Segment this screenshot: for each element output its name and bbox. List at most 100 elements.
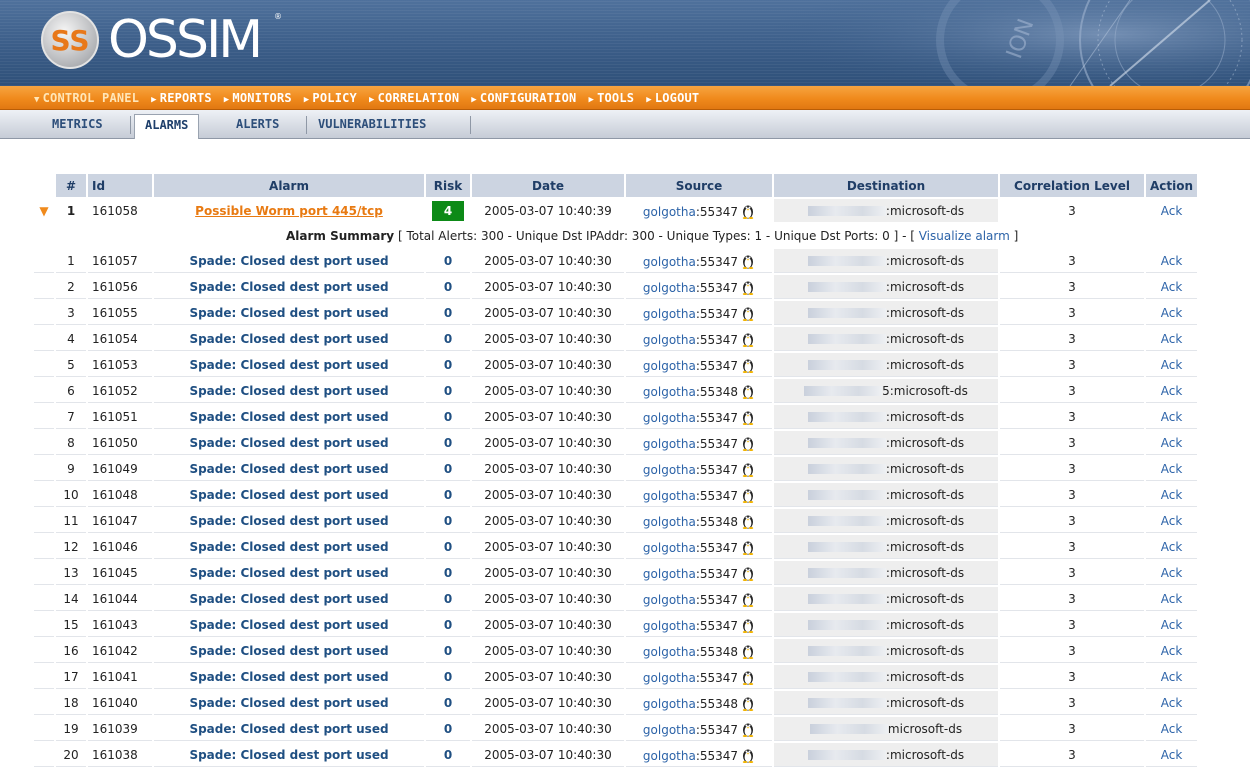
alarm-name-link[interactable]: Spade: Closed dest port used <box>189 462 388 476</box>
column-header-risk[interactable]: Risk <box>426 174 470 197</box>
ack-link[interactable]: Ack <box>1161 722 1183 736</box>
source-host-link[interactable]: golgotha <box>643 593 696 607</box>
expand-arrow-icon[interactable]: ▼ <box>34 199 54 222</box>
alarm-name-link[interactable]: Spade: Closed dest port used <box>189 722 388 736</box>
destination-port: :microsoft-ds <box>885 357 965 372</box>
source-host-link[interactable]: golgotha <box>643 255 696 269</box>
alarm-name-link[interactable]: Spade: Closed dest port used <box>189 384 388 398</box>
alarm-name-link[interactable]: Possible Worm port 445/tcp <box>195 204 383 218</box>
column-header-date[interactable]: Date <box>472 174 624 197</box>
tab-alarms[interactable]: ALARMS <box>134 114 200 139</box>
tab-metrics[interactable]: METRICS <box>52 117 103 131</box>
ack-link[interactable]: Ack <box>1161 436 1183 450</box>
source-host-link[interactable]: golgotha <box>643 749 696 763</box>
ack-link[interactable]: Ack <box>1161 280 1183 294</box>
alarm-name-link[interactable]: Spade: Closed dest port used <box>189 358 388 372</box>
alarm-name-link[interactable]: Spade: Closed dest port used <box>189 332 388 346</box>
source-host-link[interactable]: golgotha <box>643 619 696 633</box>
alarm-name-link[interactable]: Spade: Closed dest port used <box>189 254 388 268</box>
ack-link[interactable]: Ack <box>1161 254 1183 268</box>
alarm-name-link[interactable]: Spade: Closed dest port used <box>189 488 388 502</box>
source-host-link[interactable]: golgotha <box>643 205 696 219</box>
alarm-name-link[interactable]: Spade: Closed dest port used <box>189 748 388 762</box>
tab-vulnerabilities[interactable]: VULNERABILITIES <box>318 117 426 131</box>
source-host-link[interactable]: golgotha <box>643 671 696 685</box>
menu-tools[interactable]: ▶ TOOLS <box>588 91 634 105</box>
ack-link[interactable]: Ack <box>1161 670 1183 684</box>
redacted-ip-mask <box>807 697 886 708</box>
alarm-name-link[interactable]: Spade: Closed dest port used <box>189 618 388 632</box>
source-host-link[interactable]: golgotha <box>643 463 696 477</box>
destination-cell: :microsoft-ds <box>774 353 998 377</box>
menu-control-panel[interactable]: ▼ CONTROL PANEL <box>34 91 139 105</box>
ack-link[interactable]: Ack <box>1161 540 1183 554</box>
risk-value: 0 <box>443 565 453 580</box>
source-host-link[interactable]: golgotha <box>643 697 696 711</box>
alarm-name-link[interactable]: Spade: Closed dest port used <box>189 410 388 424</box>
ack-link[interactable]: Ack <box>1161 566 1183 580</box>
source-host-link[interactable]: golgotha <box>643 541 696 555</box>
destination-port: :microsoft-ds <box>885 435 965 450</box>
source-host-link[interactable]: golgotha <box>643 411 696 425</box>
alarm-name-cell: Spade: Closed dest port used <box>154 665 424 689</box>
destination-cell: :microsoft-ds <box>774 301 998 325</box>
column-header-number[interactable]: # <box>56 174 86 197</box>
source-port: :55347 <box>695 280 739 295</box>
source-host-link[interactable]: golgotha <box>643 385 696 399</box>
ack-link[interactable]: Ack <box>1161 488 1183 502</box>
ack-link[interactable]: Ack <box>1161 332 1183 346</box>
linux-penguin-icon <box>742 205 754 219</box>
column-header-alarm[interactable]: Alarm <box>154 174 424 197</box>
source-host-link[interactable]: golgotha <box>643 359 696 373</box>
source-host-link[interactable]: golgotha <box>643 723 696 737</box>
ack-link[interactable]: Ack <box>1161 384 1183 398</box>
alarm-name-link[interactable]: Spade: Closed dest port used <box>189 566 388 580</box>
alarm-name-link[interactable]: Spade: Closed dest port used <box>189 696 388 710</box>
menu-correlation[interactable]: ▶ CORRELATION <box>369 91 459 105</box>
ack-link[interactable]: Ack <box>1161 514 1183 528</box>
source-host-link[interactable]: golgotha <box>643 281 696 295</box>
alarm-name-link[interactable]: Spade: Closed dest port used <box>189 436 388 450</box>
alarm-name-link[interactable]: Spade: Closed dest port used <box>189 514 388 528</box>
ack-link[interactable]: Ack <box>1161 618 1183 632</box>
menu-configuration[interactable]: ▶ CONFIGURATION <box>471 91 576 105</box>
alarm-name-link[interactable]: Spade: Closed dest port used <box>189 540 388 554</box>
ack-link[interactable]: Ack <box>1161 358 1183 372</box>
ack-link[interactable]: Ack <box>1161 696 1183 710</box>
ack-link[interactable]: Ack <box>1161 204 1183 218</box>
alarm-name-link[interactable]: Spade: Closed dest port used <box>189 306 388 320</box>
row-spacer <box>34 431 54 455</box>
column-header-id[interactable]: Id <box>88 174 152 197</box>
column-header-source[interactable]: Source <box>626 174 772 197</box>
menu-monitors[interactable]: ▶ MONITORS <box>224 91 292 105</box>
alarm-name-link[interactable]: Spade: Closed dest port used <box>189 280 388 294</box>
source-host-link[interactable]: golgotha <box>643 645 696 659</box>
ack-link[interactable]: Ack <box>1161 644 1183 658</box>
column-header-destination[interactable]: Destination <box>774 174 998 197</box>
menu-reports[interactable]: ▶ REPORTS <box>151 91 212 105</box>
alarm-id: 161043 <box>88 613 152 637</box>
column-header-correlation-level[interactable]: Correlation Level <box>1000 174 1144 197</box>
tab-alerts[interactable]: ALERTS <box>236 117 279 131</box>
source-host-link[interactable]: golgotha <box>643 437 696 451</box>
source-host-link[interactable]: golgotha <box>643 567 696 581</box>
alarm-name-link[interactable]: Spade: Closed dest port used <box>189 670 388 684</box>
ack-link[interactable]: Ack <box>1161 462 1183 476</box>
source-host-link[interactable]: golgotha <box>643 333 696 347</box>
ack-link[interactable]: Ack <box>1161 592 1183 606</box>
ack-link[interactable]: Ack <box>1161 410 1183 424</box>
ack-link[interactable]: Ack <box>1161 748 1183 762</box>
source-host-link[interactable]: golgotha <box>643 515 696 529</box>
linux-penguin-icon <box>742 671 754 685</box>
menu-logout[interactable]: ▶ LOGOUT <box>646 91 699 105</box>
svg-text:SS: SS <box>50 24 89 57</box>
source-host-link[interactable]: golgotha <box>643 307 696 321</box>
alarm-date: 2005-03-07 10:40:30 <box>472 379 624 403</box>
visualize-alarm-link[interactable]: Visualize alarm <box>919 229 1010 243</box>
linux-penguin-icon <box>742 463 754 477</box>
ack-link[interactable]: Ack <box>1161 306 1183 320</box>
source-host-link[interactable]: golgotha <box>643 489 696 503</box>
alarm-name-link[interactable]: Spade: Closed dest port used <box>189 644 388 658</box>
alarm-name-link[interactable]: Spade: Closed dest port used <box>189 592 388 606</box>
menu-policy[interactable]: ▶ POLICY <box>304 91 357 105</box>
